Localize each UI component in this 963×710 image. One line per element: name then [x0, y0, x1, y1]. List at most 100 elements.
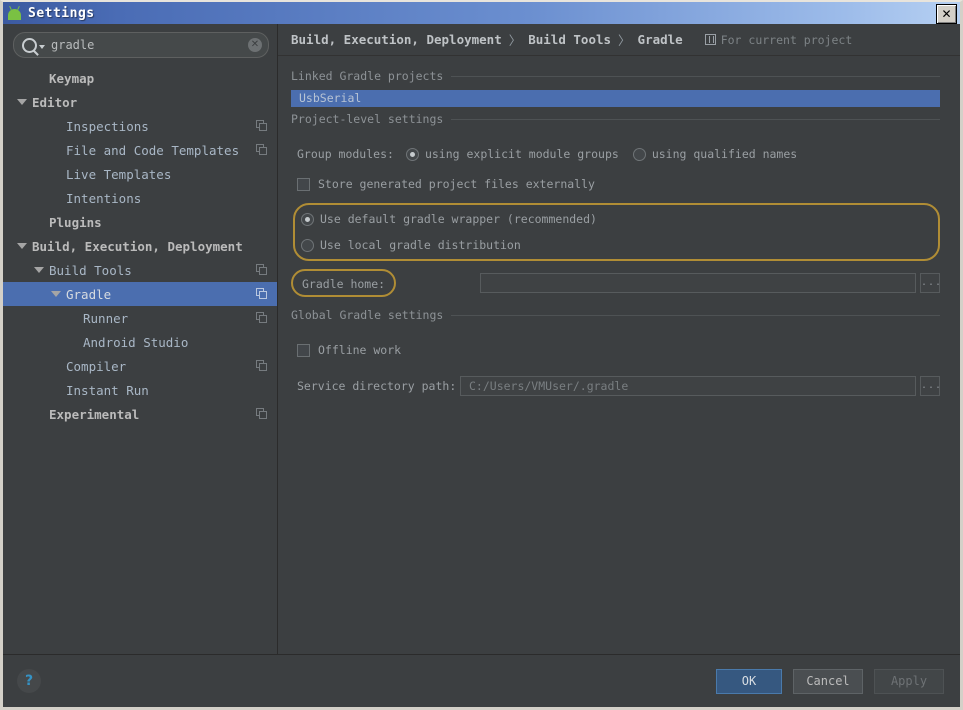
radio-icon-qualified-names[interactable]	[633, 148, 646, 161]
chevron-down-icon[interactable]	[51, 291, 61, 297]
gradle-home-input[interactable]	[480, 273, 916, 293]
linked-projects-section-header: Linked Gradle projects	[291, 68, 940, 84]
gradle-settings-panel: Linked Gradle projects UsbSerial Project…	[278, 56, 960, 654]
radio-icon-local-distribution[interactable]	[301, 239, 314, 252]
group-modules-row: Group modules: using explicit module gro…	[297, 143, 940, 165]
gradle-distribution-highlight: Use default gradle wrapper (recommended)…	[293, 203, 940, 261]
gradle-home-label-highlight: Gradle home:	[291, 269, 396, 297]
copy-settings-icon[interactable]	[256, 144, 267, 155]
sidebar-item-live-templates[interactable]: Live Templates	[3, 162, 277, 186]
group-modules-option-qualified[interactable]: using qualified names	[633, 147, 797, 161]
checkbox-icon-store-externally[interactable]	[297, 178, 310, 191]
sidebar-item-label: Instant Run	[66, 383, 149, 398]
global-settings-form: Offline work Service directory path: C:/…	[291, 329, 940, 397]
sidebar-item-label: Gradle	[66, 287, 111, 302]
sidebar-item-label: Intentions	[66, 191, 141, 206]
sidebar-item-experimental[interactable]: Experimental	[3, 402, 277, 426]
breadcrumb-separator: 〉	[618, 30, 631, 49]
search-wrapper: gradle ✕	[3, 24, 277, 64]
project-settings-section-header: Project-level settings	[291, 111, 940, 127]
sidebar-item-file-and-code-templates[interactable]: File and Code Templates	[3, 138, 277, 162]
global-settings-section-header: Global Gradle settings	[291, 307, 940, 323]
sidebar-item-inspections[interactable]: Inspections	[3, 114, 277, 138]
sidebar-item-label: Inspections	[66, 119, 149, 134]
settings-tree: Keymap Editor Inspections File and Code Tem…	[3, 64, 277, 654]
sidebar-item-label: Experimental	[49, 407, 139, 422]
sidebar-item-label: Build Tools	[49, 263, 132, 278]
apply-button[interactable]: Apply	[874, 669, 944, 694]
use-local-distribution-row[interactable]: Use local gradle distribution	[301, 234, 932, 256]
breadcrumb-part-1[interactable]: Build Tools	[528, 32, 611, 47]
help-icon[interactable]: ?	[17, 669, 41, 693]
global-settings-title: Global Gradle settings	[291, 308, 451, 322]
chevron-down-icon[interactable]	[17, 99, 27, 105]
ok-button[interactable]: OK	[716, 669, 782, 694]
linked-project-item[interactable]: UsbSerial	[291, 90, 940, 107]
section-divider	[451, 315, 940, 316]
chevron-down-icon[interactable]	[34, 267, 44, 273]
radio-icon-explicit-groups[interactable]	[406, 148, 419, 161]
sidebar-item-compiler[interactable]: Compiler	[3, 354, 277, 378]
sidebar-item-label: Android Studio	[83, 335, 188, 350]
use-local-distribution-label: Use local gradle distribution	[320, 238, 521, 252]
radio-icon-default-wrapper[interactable]	[301, 213, 314, 226]
copy-settings-icon[interactable]	[256, 360, 267, 371]
sidebar-item-label: Live Templates	[66, 167, 171, 182]
settings-detail-pane: Build, Execution, Deployment 〉 Build Too…	[278, 24, 960, 654]
project-settings-form: Group modules: using explicit module gro…	[291, 133, 940, 297]
copy-settings-icon[interactable]	[256, 120, 267, 131]
sidebar-item-plugins[interactable]: Plugins	[3, 210, 277, 234]
service-directory-input[interactable]: C:/Users/VMUser/.gradle	[460, 376, 916, 396]
search-input[interactable]: gradle ✕	[13, 32, 269, 58]
group-modules-option-explicit-label: using explicit module groups	[425, 147, 619, 161]
gradle-home-browse-button[interactable]: ...	[920, 273, 940, 293]
group-modules-label: Group modules:	[297, 147, 394, 161]
sidebar-item-editor[interactable]: Editor	[3, 90, 277, 114]
sidebar-item-label: Compiler	[66, 359, 126, 374]
cancel-button[interactable]: Cancel	[793, 669, 863, 694]
dialog-content: gradle ✕ Keymap Editor Inspections File and…	[3, 24, 960, 654]
checkbox-icon-offline-work[interactable]	[297, 344, 310, 357]
store-externally-row[interactable]: Store generated project files externally	[297, 173, 940, 195]
service-directory-browse-button[interactable]: ...	[920, 376, 940, 396]
search-icon	[22, 38, 37, 53]
sidebar-item-build-tools[interactable]: Build Tools	[3, 258, 277, 282]
group-modules-option-explicit[interactable]: using explicit module groups	[406, 147, 619, 161]
sidebar-item-android-studio[interactable]: Android Studio	[3, 330, 277, 354]
copy-settings-icon[interactable]	[256, 288, 267, 299]
project-settings-title: Project-level settings	[291, 112, 451, 126]
chevron-down-icon[interactable]	[39, 45, 45, 49]
sidebar-item-intentions[interactable]: Intentions	[3, 186, 277, 210]
copy-settings-icon[interactable]	[256, 264, 267, 275]
sidebar-item-label: Keymap	[49, 71, 94, 86]
section-divider	[451, 119, 940, 120]
sidebar-item-instant-run[interactable]: Instant Run	[3, 378, 277, 402]
service-directory-row: Service directory path: C:/Users/VMUser/…	[297, 375, 940, 397]
project-scope-indicator: For current project	[705, 33, 853, 47]
offline-work-row[interactable]: Offline work	[297, 339, 940, 361]
section-divider	[451, 76, 940, 77]
sidebar-item-label: Runner	[83, 311, 128, 326]
use-default-wrapper-label: Use default gradle wrapper (recommended)	[320, 212, 597, 226]
breadcrumb-part-2[interactable]: Gradle	[638, 32, 683, 47]
group-modules-option-qualified-label: using qualified names	[652, 147, 797, 161]
sidebar-item-keymap[interactable]: Keymap	[3, 66, 277, 90]
sidebar-item-runner[interactable]: Runner	[3, 306, 277, 330]
copy-settings-icon[interactable]	[256, 408, 267, 419]
breadcrumb-separator: 〉	[509, 30, 522, 49]
settings-sidebar: gradle ✕ Keymap Editor Inspections File and…	[3, 24, 278, 654]
chevron-down-icon[interactable]	[17, 243, 27, 249]
sidebar-item-gradle[interactable]: Gradle	[3, 282, 277, 306]
title-bar[interactable]: Settings ✕	[3, 2, 960, 24]
service-directory-label: Service directory path:	[297, 379, 460, 393]
copy-settings-icon[interactable]	[256, 312, 267, 323]
sidebar-item-build-execution-deployment[interactable]: Build, Execution, Deployment	[3, 234, 277, 258]
breadcrumb: Build, Execution, Deployment 〉 Build Too…	[278, 24, 960, 56]
breadcrumb-part-0[interactable]: Build, Execution, Deployment	[291, 32, 502, 47]
project-scope-icon	[705, 34, 716, 45]
clear-search-icon[interactable]: ✕	[248, 38, 262, 52]
close-icon[interactable]: ✕	[936, 4, 957, 24]
use-default-wrapper-row[interactable]: Use default gradle wrapper (recommended)	[301, 208, 932, 230]
dialog-footer: ? OK Cancel Apply	[3, 654, 960, 707]
sidebar-item-label: Plugins	[49, 215, 102, 230]
